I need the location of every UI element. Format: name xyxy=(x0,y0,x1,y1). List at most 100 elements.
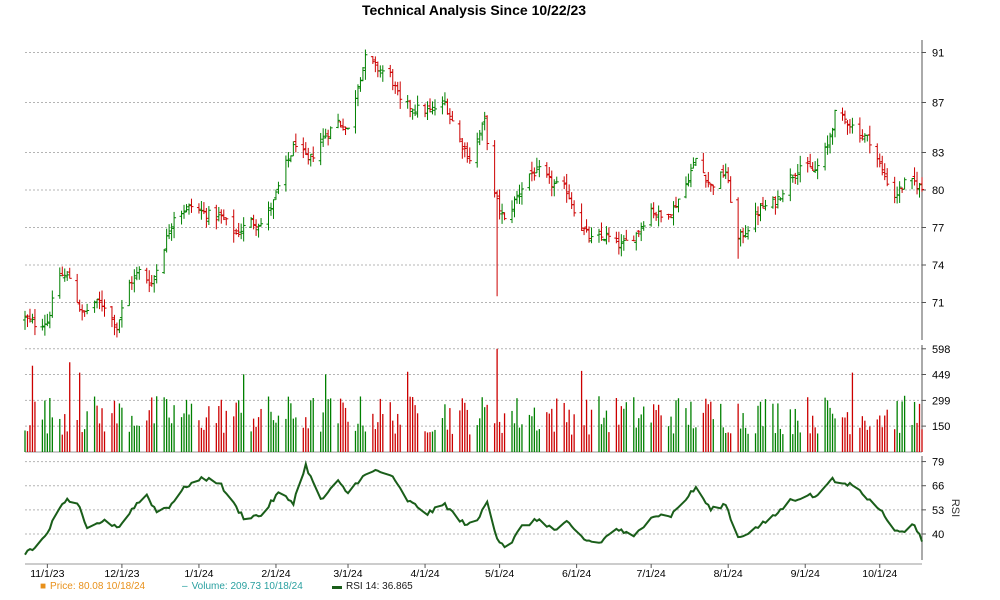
price-bar xyxy=(428,98,433,113)
price-bar xyxy=(184,204,189,213)
price-bar xyxy=(425,101,430,121)
price-bar xyxy=(514,190,519,204)
price-bar xyxy=(798,155,803,183)
price-bar xyxy=(273,189,278,200)
price-panel: 71 74 77 80 83 87 91 xyxy=(23,40,944,340)
price-bar xyxy=(857,117,862,143)
chart-svg: 71747780838791 150299449598 40536679RSI … xyxy=(23,40,961,580)
price-bar xyxy=(353,90,358,134)
price-bar xyxy=(162,249,167,274)
price-bar xyxy=(828,132,833,154)
price-bar xyxy=(231,209,236,243)
price-tick-label: 91 xyxy=(932,48,944,60)
price-bar xyxy=(221,209,226,221)
price-bar xyxy=(537,160,542,178)
price-bar xyxy=(845,119,850,135)
price-bar xyxy=(42,314,47,336)
price-bar xyxy=(172,211,177,239)
rsi-tick-label: 53 xyxy=(932,505,944,517)
price-bar xyxy=(703,174,708,188)
price-bar xyxy=(813,161,818,174)
price-bar xyxy=(564,173,569,203)
price-bar xyxy=(763,199,768,211)
price-bar xyxy=(780,189,785,203)
price-bar xyxy=(236,222,241,238)
price-bar xyxy=(902,177,907,190)
price-bar xyxy=(462,142,467,158)
price-bar xyxy=(301,137,306,159)
price-bar xyxy=(572,200,577,217)
price-bar xyxy=(40,318,45,331)
price-bar xyxy=(912,167,917,186)
rsi-panel: 40 53 66 79 RSI xyxy=(24,456,961,560)
price-tick-label: 80 xyxy=(932,185,944,197)
price-tick-label: 74 xyxy=(932,260,944,272)
price-bar xyxy=(534,157,539,174)
x-tick-label: 4/1/24 xyxy=(410,568,439,580)
price-bar xyxy=(723,163,728,179)
price-bar xyxy=(510,200,515,224)
price-tick-label: 87 xyxy=(932,98,944,110)
price-bar xyxy=(127,279,132,307)
price-bar xyxy=(109,306,114,328)
price-bar xyxy=(517,184,522,205)
price-bar xyxy=(363,49,368,80)
price-bar xyxy=(388,64,393,78)
price-bar xyxy=(862,133,867,143)
price-bar xyxy=(430,101,435,115)
price-bar xyxy=(549,170,554,197)
legend-rsi: ▬ RSI 14: 36.865 xyxy=(332,581,413,592)
price-bar xyxy=(102,299,107,317)
price-bar xyxy=(196,203,201,214)
price-bar xyxy=(656,205,661,227)
price-bar xyxy=(398,81,403,109)
price-bar xyxy=(691,157,696,169)
price-bar xyxy=(708,183,713,192)
price-bar xyxy=(440,96,445,115)
volume-tick-label: 299 xyxy=(932,395,950,407)
price-bar xyxy=(606,227,611,243)
price-bar xyxy=(286,152,291,168)
price-bar xyxy=(867,125,872,154)
legend-rsi-line-icon: ▬ xyxy=(332,581,342,592)
x-tick-label: 3/1/24 xyxy=(333,568,362,580)
price-bar xyxy=(805,157,810,173)
price-bar xyxy=(582,227,587,236)
price-bar xyxy=(291,141,296,157)
legend-rsi-label: RSI 14: 36.865 xyxy=(346,581,413,592)
x-axis: 11/1/23 12/1/23 1/1/24 2/1/24 3/1/24 4/1/24 5/… xyxy=(25,563,922,580)
price-bar xyxy=(579,203,584,231)
price-bar xyxy=(100,290,105,312)
price-bar xyxy=(27,308,32,323)
price-bar xyxy=(457,120,462,143)
price-bar xyxy=(373,56,378,73)
price-bar xyxy=(532,167,537,181)
price-bar xyxy=(408,99,413,118)
price-bar xyxy=(378,65,383,78)
price-bar xyxy=(134,266,139,281)
price-bar xyxy=(306,147,311,165)
price-bar xyxy=(825,135,830,155)
price-bar xyxy=(676,198,681,213)
x-tick-label: 6/1/24 xyxy=(562,568,591,580)
price-bar xyxy=(75,273,80,303)
price-bar xyxy=(266,201,271,231)
price-bar xyxy=(164,228,169,253)
price-bar xyxy=(30,313,35,324)
price-bar xyxy=(649,203,654,227)
price-bar xyxy=(910,177,915,190)
price-bar xyxy=(206,206,211,226)
price-bar xyxy=(529,161,534,182)
price-bar xyxy=(671,201,676,226)
price-bar xyxy=(167,224,172,240)
chart-stage: Technical Analysis Since 10/22/23 71 74 77… xyxy=(0,0,1000,600)
rsi-line xyxy=(24,460,923,556)
volume-panel: 150 299 449 598 xyxy=(24,344,950,453)
price-bar xyxy=(189,198,194,213)
price-bar xyxy=(219,209,224,224)
price-bar xyxy=(599,222,604,241)
price-bar xyxy=(395,81,400,96)
price-bar xyxy=(495,190,500,297)
volume-tick-label: 598 xyxy=(932,344,950,356)
price-bar xyxy=(343,126,348,136)
